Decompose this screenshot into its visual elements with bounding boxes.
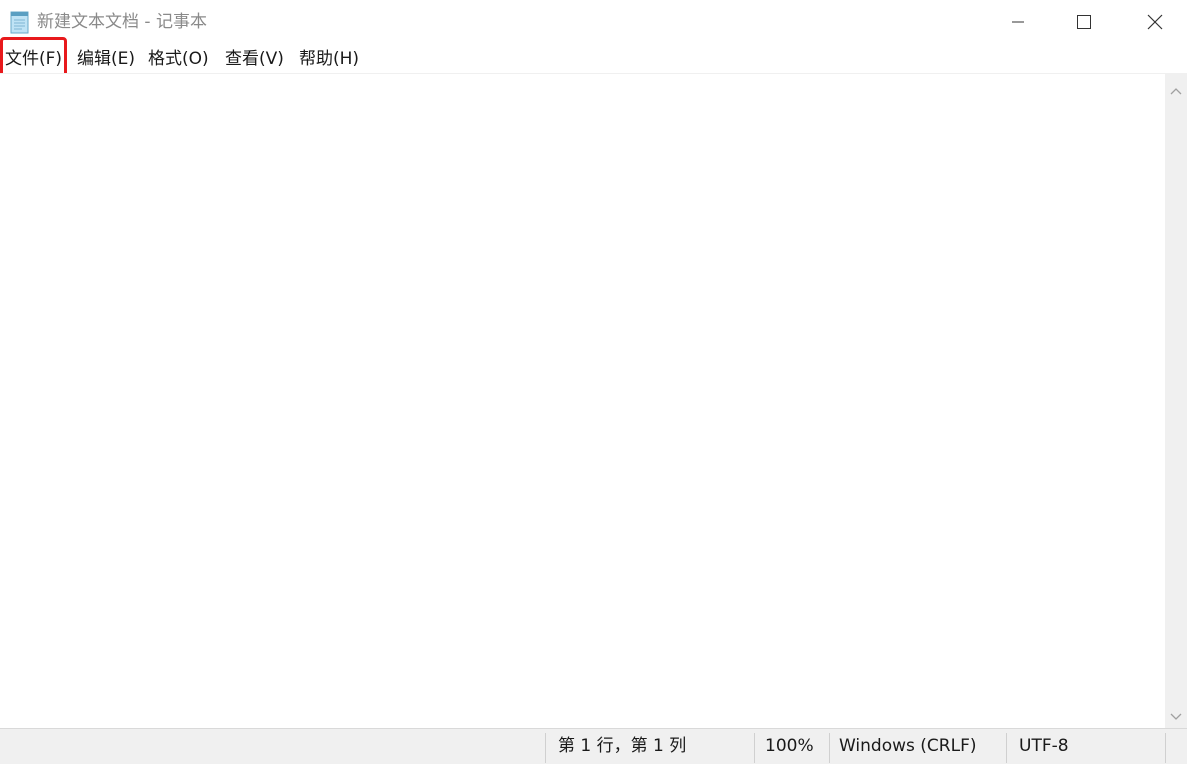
text-editor[interactable] — [0, 74, 1165, 728]
title-bar[interactable]: 新建文本文档 - 记事本 — [0, 0, 1187, 44]
maximize-icon — [1076, 14, 1092, 30]
line-ending: Windows (CRLF) — [839, 736, 977, 756]
menu-bar: 文件(F) 编辑(E) 格式(O) 查看(V) 帮助(H) — [0, 44, 1187, 74]
status-divider — [754, 733, 755, 763]
encoding: UTF-8 — [1019, 736, 1069, 756]
chevron-up-icon — [1170, 80, 1182, 99]
close-button[interactable] — [1132, 0, 1178, 44]
status-divider — [1006, 733, 1007, 763]
vertical-scrollbar[interactable] — [1165, 74, 1187, 728]
menu-edit[interactable]: 编辑(E) — [77, 44, 135, 74]
maximize-button[interactable] — [1061, 0, 1107, 44]
notepad-icon[interactable] — [9, 10, 31, 34]
menu-view[interactable]: 查看(V) — [225, 44, 284, 74]
status-bar: 第 1 行，第 1 列 100% Windows (CRLF) UTF-8 — [0, 728, 1187, 764]
minimize-button[interactable] — [995, 0, 1041, 44]
scroll-up-button[interactable] — [1165, 78, 1187, 100]
notepad-window: 新建文本文档 - 记事本 文件(F) 编辑(E) 格式(O) 查看(V) 帮助(… — [0, 0, 1187, 764]
menu-help[interactable]: 帮助(H) — [299, 44, 359, 74]
menu-file[interactable]: 文件(F) — [5, 44, 62, 74]
cursor-position: 第 1 行，第 1 列 — [558, 736, 687, 756]
chevron-down-icon — [1170, 706, 1182, 725]
minimize-icon — [1011, 15, 1025, 29]
zoom-level: 100% — [765, 736, 814, 756]
close-icon — [1147, 14, 1163, 30]
window-title: 新建文本文档 - 记事本 — [37, 12, 207, 32]
status-divider — [545, 733, 546, 763]
menu-format[interactable]: 格式(O) — [148, 44, 209, 74]
scroll-down-button[interactable] — [1165, 704, 1187, 726]
status-divider — [1165, 733, 1166, 763]
status-divider — [829, 733, 830, 763]
